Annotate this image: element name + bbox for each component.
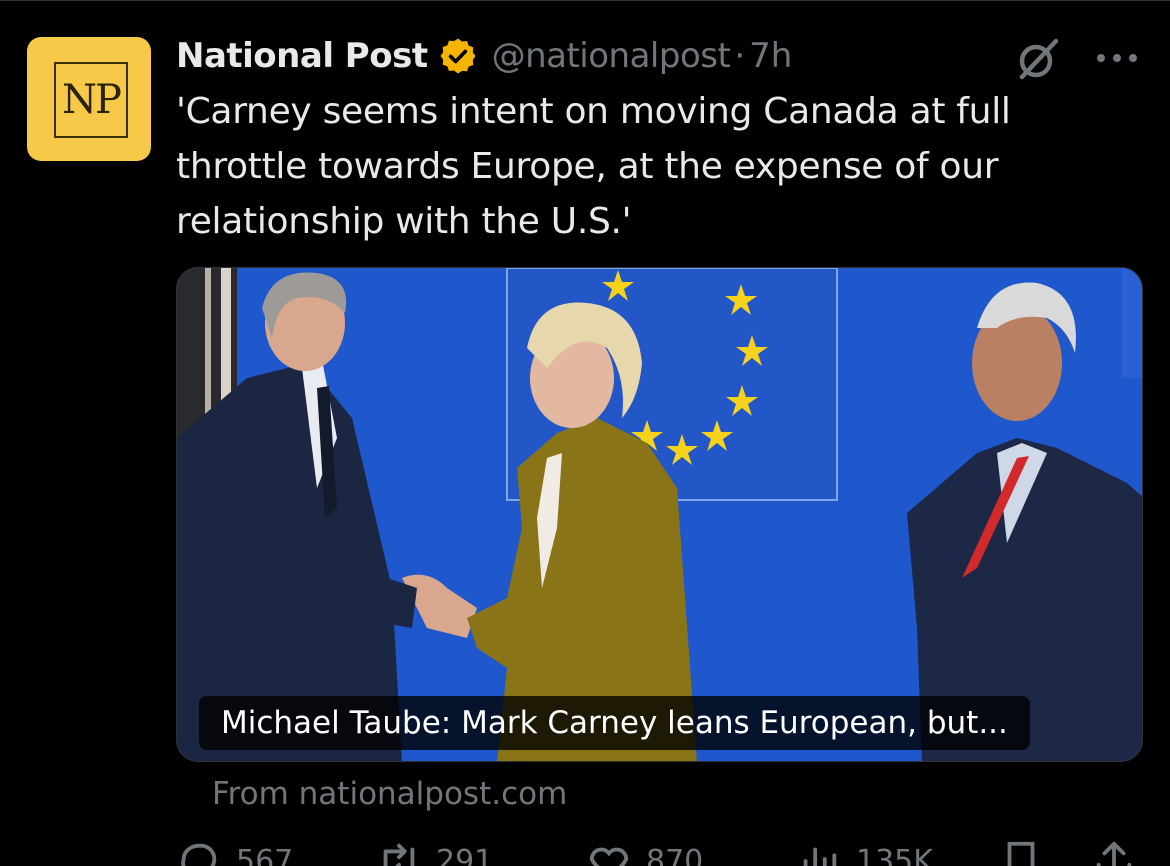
- views-icon: [803, 847, 837, 866]
- retweet-icon: [383, 843, 415, 866]
- retweet-button[interactable]: 291: [376, 838, 493, 866]
- bookmark-button[interactable]: [998, 838, 1058, 866]
- grok-icon[interactable]: [1013, 36, 1063, 82]
- avatar[interactable]: NP: [27, 37, 151, 161]
- tweet-header: National Post @nationalpost · 7h: [176, 34, 792, 78]
- link-card[interactable]: Michael Taube: Mark Carney leans Europea…: [176, 267, 1143, 762]
- views-button[interactable]: 135K: [796, 838, 933, 866]
- avatar-logo: NP: [54, 62, 128, 138]
- account-handle[interactable]: @nationalpost: [492, 36, 731, 76]
- timestamp[interactable]: 7h: [749, 36, 792, 76]
- article-photo: [177, 268, 1142, 761]
- like-button[interactable]: 870: [586, 838, 703, 866]
- action-bar: 567 291 870 135K: [176, 838, 1141, 866]
- more-icon[interactable]: [1093, 48, 1141, 68]
- views-count: 135K: [856, 843, 933, 866]
- like-count: 870: [646, 843, 704, 866]
- account-name[interactable]: National Post: [176, 36, 428, 76]
- retweet-count: 291: [436, 843, 494, 866]
- top-divider: [0, 0, 1170, 1]
- share-button[interactable]: [1091, 838, 1151, 866]
- card-source[interactable]: From nationalpost.com: [212, 776, 567, 812]
- share-icon: [1096, 841, 1132, 866]
- tweet-text: 'Carney seems intent on moving Canada at…: [176, 91, 1011, 242]
- reply-count: 567: [236, 843, 294, 866]
- separator-dot: ·: [734, 36, 746, 76]
- card-caption: Michael Taube: Mark Carney leans Europea…: [199, 696, 1030, 750]
- reply-icon: [181, 843, 217, 866]
- verified-badge-icon[interactable]: [438, 36, 478, 76]
- heart-icon: [589, 847, 629, 866]
- reply-button[interactable]: 567: [176, 838, 293, 866]
- bookmark-icon: [1007, 841, 1035, 866]
